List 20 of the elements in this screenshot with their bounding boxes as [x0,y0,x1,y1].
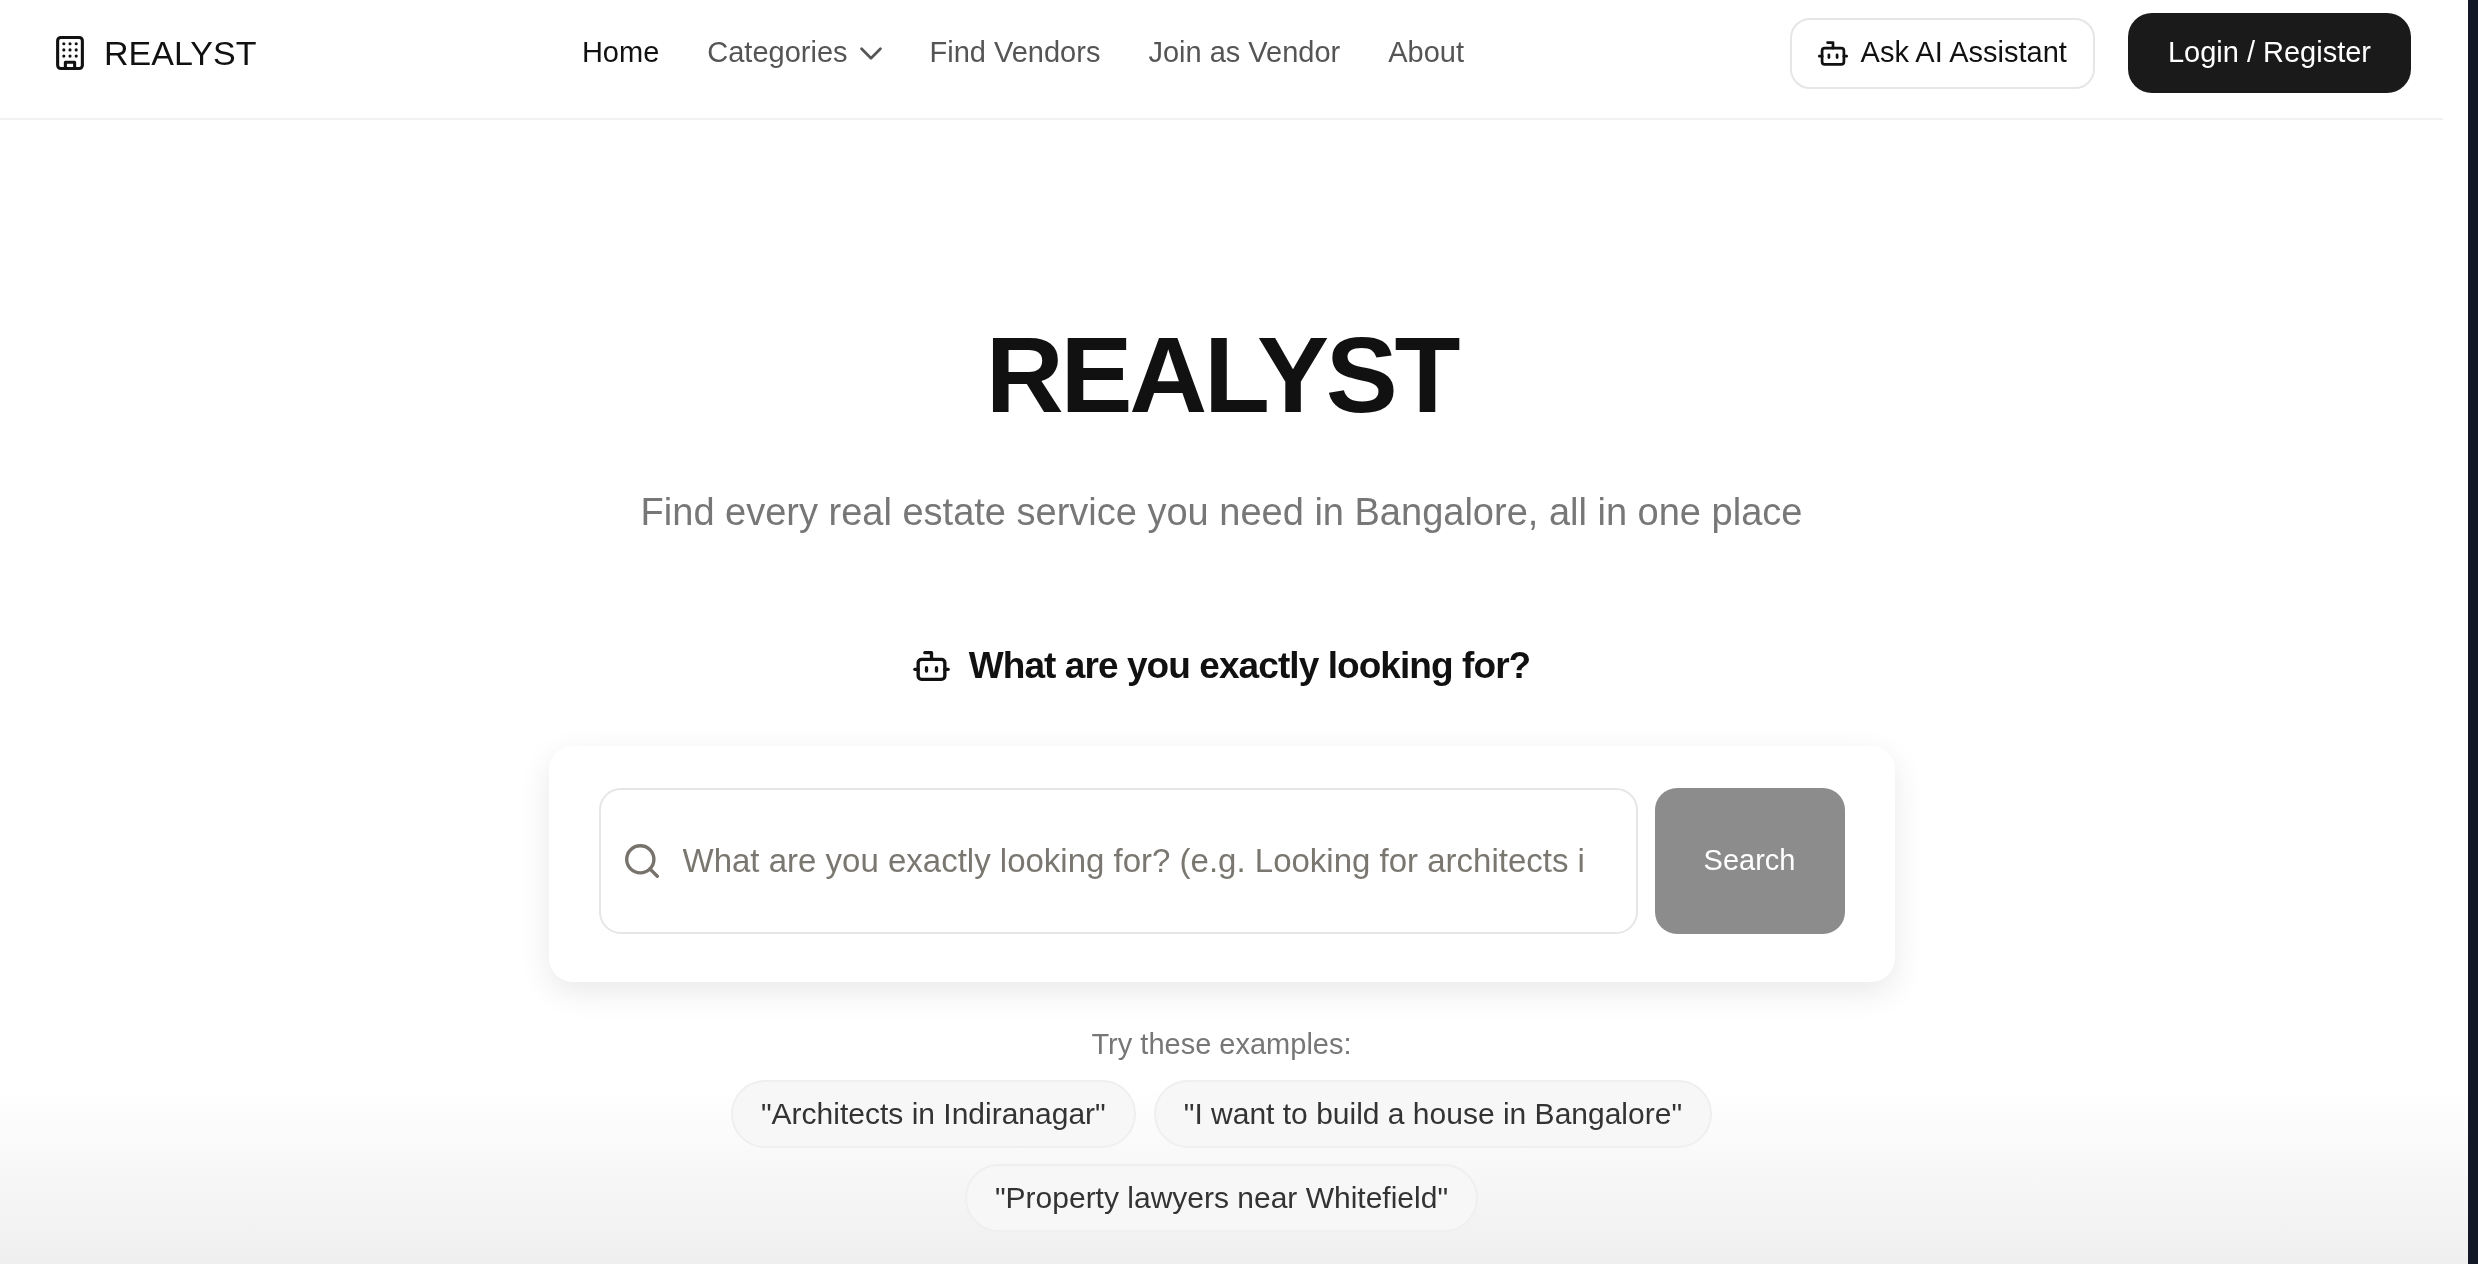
search-prompt-heading: What are you exactly looking for? [968,643,1531,688]
hero-subtitle: Find every real estate service you need in Bangalore, all in one place [640,490,1803,535]
nav-link[interactable]: Categories [707,31,882,75]
example-chip[interactable]: "Architects in Indiranagar" [730,1079,1136,1148]
robot-icon [1817,40,1848,66]
login-button[interactable]: Login / Register [2127,13,2411,93]
robot-icon [912,650,950,681]
search-field[interactable]: What are you exactly looking for? (e.g. Looking for architects i [598,788,1638,934]
examples-label: Try these examples: [1091,1027,1352,1062]
hero-title: REALYST [985,321,1458,429]
example-chip[interactable]: "Property lawyers near Whitefield" [964,1163,1479,1232]
logo-text[interactable]: REALYST [104,27,257,79]
building-icon [56,36,84,70]
nav-link[interactable]: Join as Vendor [1148,31,1341,75]
search-icon [624,844,659,878]
nav-link[interactable]: Find Vendors [929,31,1101,75]
nav-link[interactable]: Home [581,31,660,75]
ask-ai-button[interactable]: Ask AI Assistant [1789,17,2095,89]
nav-link[interactable]: About [1388,31,1465,75]
example-chip[interactable]: "I want to build a house in Bangalore" [1153,1079,1713,1148]
